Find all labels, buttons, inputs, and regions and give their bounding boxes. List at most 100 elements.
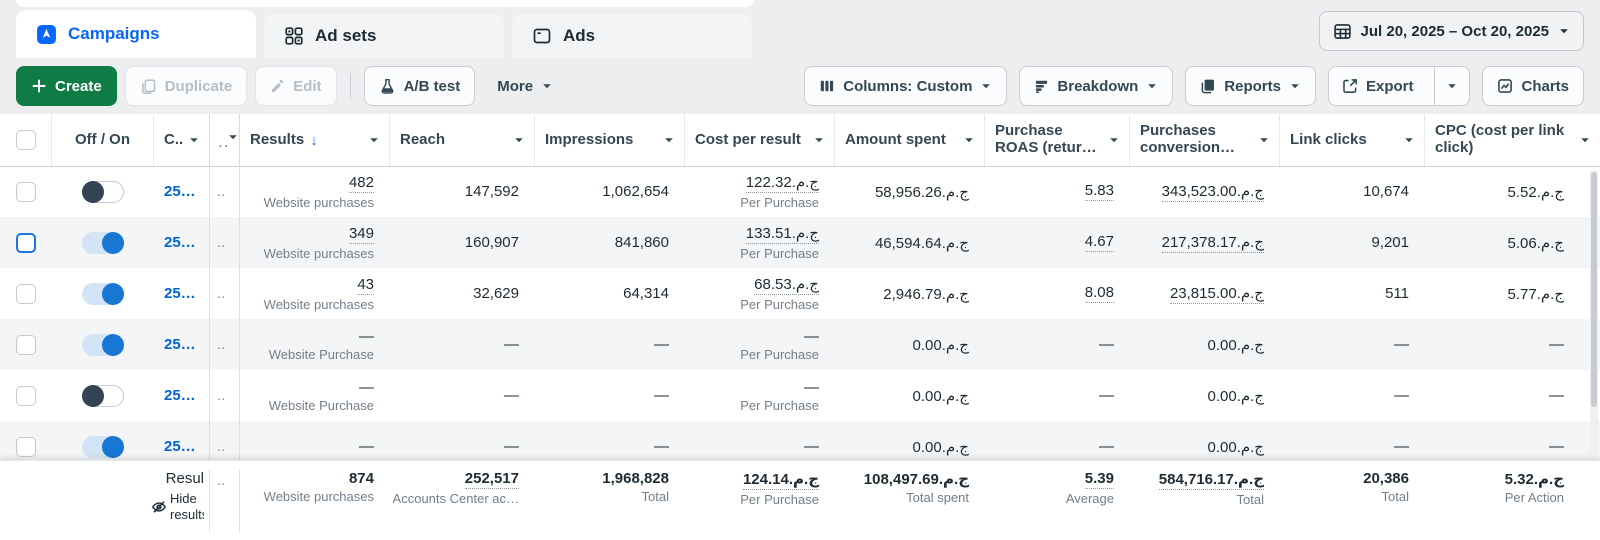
impressions-header-label: Impressions — [545, 130, 634, 148]
columns-button[interactable]: Columns: Custom — [804, 66, 1008, 106]
create-button[interactable]: Create — [16, 66, 117, 106]
campaign-name-link[interactable]: 25… — [154, 268, 210, 319]
column-header-purchase-roas[interactable]: Purchase ROAS (retur… — [985, 114, 1130, 166]
column-header-reach[interactable]: Reach — [390, 114, 535, 166]
tab-ad-sets[interactable]: Ad sets — [264, 14, 504, 58]
cell-purchase-roas: — — [985, 370, 1130, 421]
edit-button[interactable]: Edit — [255, 66, 337, 106]
link-clicks-header-label: Link clicks — [1290, 130, 1367, 148]
cell-link-clicks: — — [1280, 370, 1425, 421]
cell-impressions: 841,860 — [535, 217, 685, 268]
column-header-campaign[interactable]: C.. — [154, 114, 210, 166]
cell-reach: 147,592 — [390, 166, 535, 217]
cell-value: 5.77ج.م. — [1507, 285, 1564, 303]
cell-purchases-conversion-value: 343,523.00ج.م. — [1130, 166, 1280, 217]
reports-button[interactable]: Reports — [1185, 66, 1316, 106]
cell-value: 0.00ج.م. — [1207, 387, 1264, 405]
cell-reach: 32,629 — [390, 268, 535, 319]
calendar-icon — [1333, 22, 1352, 41]
summary-cell-cpc: 5.32ج.م. Per Action — [1425, 470, 1600, 532]
campaign-name-link[interactable]: 25… — [154, 370, 210, 421]
clipped-header-dots: ·· — [218, 140, 231, 153]
cell-value: — — [504, 336, 519, 353]
row-toggle-cell — [52, 319, 154, 370]
duplicate-icon — [140, 78, 157, 95]
campaign-name-link[interactable]: 25… — [154, 217, 210, 268]
duplicate-label: Duplicate — [164, 77, 233, 95]
ab-test-label: A/B test — [403, 77, 461, 95]
row-checkbox-cell — [0, 370, 52, 421]
row-checkbox[interactable] — [16, 436, 36, 457]
cell-subtitle: Per Purchase — [740, 246, 819, 261]
export-icon — [1342, 78, 1358, 94]
off-on-header-label: Off / On — [75, 130, 130, 148]
more-button[interactable]: More — [483, 66, 567, 106]
cell-value: 43 — [357, 275, 374, 295]
cell-subtitle: Website purchases — [263, 489, 374, 504]
export-button[interactable]: Export — [1329, 67, 1427, 105]
column-header-amount-spent[interactable]: Amount spent — [835, 114, 985, 166]
cell-value: 874 — [348, 470, 374, 487]
cell-value: — — [804, 438, 819, 455]
reports-icon — [1200, 78, 1216, 94]
cell-value: 584,716.17ج.م. — [1158, 471, 1264, 490]
campaign-toggle-on[interactable] — [82, 231, 124, 254]
cell-value: — — [804, 327, 819, 345]
purchase-roas-header-label: Purchase ROAS (retur… — [995, 122, 1097, 156]
column-header-results[interactable]: Results ↓ — [240, 114, 390, 166]
ab-test-button[interactable]: A/B test — [363, 66, 476, 106]
export-dropdown-button[interactable] — [1434, 67, 1469, 105]
row-checkbox[interactable] — [16, 385, 36, 406]
chevron-down-icon — [980, 80, 992, 92]
row-checkbox[interactable] — [16, 232, 36, 253]
toolbar-divider — [349, 73, 351, 99]
cell-value: 20,386 — [1363, 470, 1409, 487]
column-header-cost-per-result[interactable]: Cost per result — [685, 114, 835, 166]
charts-icon — [1497, 78, 1513, 94]
row-checkbox[interactable] — [16, 283, 36, 304]
column-header-purchases-conversion-value[interactable]: Purchases conversion… — [1130, 114, 1280, 166]
summary-left: Resul Hide results — [0, 470, 210, 532]
date-range-picker[interactable]: Jul 20, 2025 – Oct 20, 2025 — [1318, 11, 1584, 51]
campaign-toggle-on[interactable] — [82, 435, 124, 458]
tab-campaigns[interactable]: Campaigns — [16, 10, 256, 58]
column-header-cpc[interactable]: CPC (cost per link click) — [1425, 114, 1600, 166]
campaign-toggle-off[interactable] — [82, 384, 124, 407]
scrollbar-thumb[interactable] — [1591, 172, 1597, 407]
campaign-toggle-off[interactable] — [82, 180, 124, 203]
breakdown-button[interactable]: Breakdown — [1019, 66, 1174, 106]
campaign-toggle-on[interactable] — [82, 333, 124, 356]
eye-slash-icon — [151, 499, 167, 515]
cell-value: 511 — [1385, 285, 1409, 302]
column-header-impressions[interactable]: Impressions — [535, 114, 685, 166]
cell-value: 122.32ج.م. — [745, 174, 819, 193]
hide-results-button[interactable]: Hide results — [151, 491, 204, 523]
vertical-scrollbar[interactable] — [1590, 170, 1598, 456]
cell-value: 68.53ج.م. — [754, 276, 819, 295]
campaign-toggle-on[interactable] — [82, 282, 124, 305]
pencil-icon — [270, 79, 285, 94]
cell-value: — — [1549, 336, 1564, 353]
campaign-name-link[interactable]: 25… — [154, 166, 210, 217]
cell-value: — — [1549, 438, 1564, 455]
charts-button[interactable]: Charts — [1482, 66, 1584, 106]
cell-value: 1,968,828 — [602, 470, 669, 487]
cell-value: 160,907 — [464, 234, 519, 251]
cell-value: — — [359, 438, 374, 455]
row-checkbox[interactable] — [16, 334, 36, 355]
select-all-checkbox[interactable] — [16, 130, 36, 150]
duplicate-button[interactable]: Duplicate — [124, 66, 248, 106]
tab-ads[interactable]: Ads — [512, 14, 752, 58]
cell-value: 8.08 — [1084, 284, 1114, 303]
cell-link-clicks: 511 — [1280, 268, 1425, 319]
column-header-clipped[interactable]: ·· — [210, 114, 240, 166]
campaign-name-link[interactable]: 25… — [154, 421, 210, 460]
campaign-name-link[interactable]: 25… — [154, 319, 210, 370]
clipped-cell: .. — [210, 370, 240, 421]
cell-value: 0.00ج.م. — [912, 387, 969, 405]
row-checkbox[interactable] — [16, 181, 36, 202]
column-header-link-clicks[interactable]: Link clicks — [1280, 114, 1425, 166]
amount-spent-header-label: Amount spent — [845, 130, 946, 148]
row-checkbox-cell — [0, 421, 52, 460]
chevron-down-icon — [813, 134, 825, 146]
